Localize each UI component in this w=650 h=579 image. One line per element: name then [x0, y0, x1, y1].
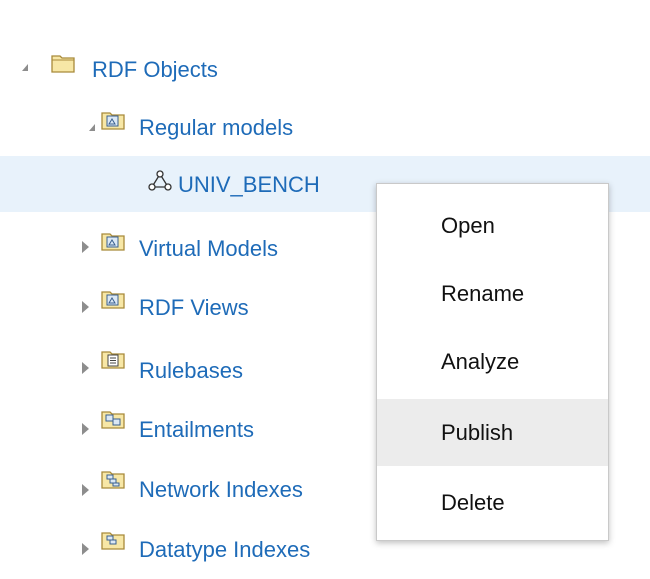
entailment-folder-icon — [101, 408, 125, 430]
tree-item-label[interactable]: Regular models — [139, 115, 293, 141]
model-folder-icon — [101, 230, 125, 252]
tree-item-label[interactable]: Virtual Models — [139, 236, 278, 262]
tree-item-rdf-objects[interactable]: RDF Objects — [0, 41, 650, 97]
model-folder-icon — [101, 109, 125, 131]
collapsed-triangle-icon[interactable] — [82, 362, 89, 374]
tree-item-label[interactable]: RDF Views — [139, 295, 249, 321]
collapsed-triangle-icon[interactable] — [82, 301, 89, 313]
menu-item-analyze[interactable]: Analyze — [377, 328, 608, 395]
menu-item-open[interactable]: Open — [377, 192, 608, 259]
menu-item-publish[interactable]: Publish — [377, 399, 608, 466]
menu-item-delete[interactable]: Delete — [377, 469, 608, 536]
model-folder-icon — [101, 288, 125, 310]
tree-item-label[interactable]: RDF Objects — [92, 57, 218, 83]
collapsed-triangle-icon[interactable] — [82, 484, 89, 496]
tree-item-regular-models[interactable]: Regular models — [0, 100, 650, 156]
graph-model-icon — [148, 170, 172, 192]
tree-item-label[interactable]: UNIV_BENCH — [178, 172, 320, 198]
rulebase-folder-icon — [101, 348, 125, 370]
collapsed-triangle-icon[interactable] — [82, 543, 89, 555]
menu-item-rename[interactable]: Rename — [377, 260, 608, 327]
tree-item-label[interactable]: Rulebases — [139, 358, 243, 384]
expanded-triangle-icon[interactable] — [22, 64, 28, 71]
context-menu: Open Rename Analyze Publish Delete — [376, 183, 609, 541]
index-folder-icon — [101, 468, 125, 490]
folder-icon — [51, 52, 75, 74]
tree-item-label[interactable]: Datatype Indexes — [139, 537, 310, 563]
expanded-triangle-icon[interactable] — [89, 124, 95, 131]
collapsed-triangle-icon[interactable] — [82, 423, 89, 435]
collapsed-triangle-icon[interactable] — [82, 241, 89, 253]
tree-item-label[interactable]: Entailments — [139, 417, 254, 443]
tree-item-label[interactable]: Network Indexes — [139, 477, 303, 503]
